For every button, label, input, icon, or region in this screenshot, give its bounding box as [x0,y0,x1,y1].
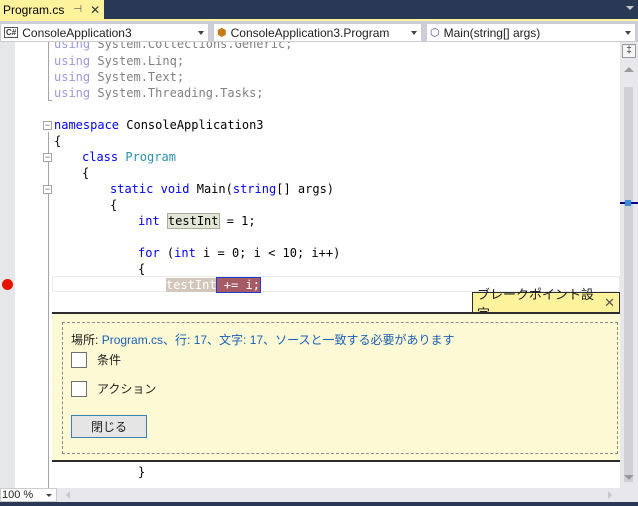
code-line: { [110,198,118,212]
code-line: { [54,134,62,148]
condition-label: 条件 [97,353,122,367]
code-line: using System.Linq; [54,54,185,68]
location-text: 場所: Program.cs、行: 17、文字: 17、ソースと一致する必要があ… [71,331,454,348]
code-line: using System.Collections.Generic; [54,42,293,51]
scroll-down-icon[interactable] [624,475,634,480]
chevron-down-icon [46,494,52,497]
action-checkbox[interactable] [71,380,87,397]
outline-guide [48,42,49,100]
scroll-thumb[interactable] [624,87,633,482]
code-line: for (int i = 0; i < 10; i++) [138,246,341,260]
bottom-border [0,502,638,506]
scroll-up-icon[interactable] [624,67,634,72]
code-editor[interactable]: − − − using System.Collections.Generic; … [0,42,620,488]
member-name: Main(string[] args) [443,25,541,40]
class-dropdown[interactable]: ⬢ ConsoleApplication3.Program [213,23,422,42]
zoom-dropdown[interactable]: 100 % [0,488,57,502]
class-icon: ⬢ [217,27,227,39]
document-tab-bar: Program.cs ⊣ ✕ [0,0,638,19]
breakpoint-settings-content: 場所: Program.cs、行: 17、文字: 17、ソースと一致する必要があ… [62,322,618,454]
tab-program-cs[interactable]: Program.cs ⊣ ✕ [0,0,104,19]
collapse-namespace-icon[interactable]: − [43,121,52,130]
breakpoint-settings-tab: ブレークポイント設定 ✕ [472,287,620,321]
chevron-down-icon [198,31,204,35]
breakpoint-settings-panel: 場所: Program.cs、行: 17、文字: 17、ソースと一致する必要があ… [52,312,620,462]
horizontal-scrollbar[interactable]: 100 % [0,488,638,502]
reference-highlight: testInt [166,213,220,229]
code-line: static void Main(string[] args) [110,182,335,196]
condition-row[interactable]: 条件 [71,351,121,368]
chevron-down-icon [625,31,631,35]
breakpoint-line[interactable]: testInt += i; [166,277,261,293]
project-dropdown[interactable]: C# ConsoleApplication3 [0,23,209,42]
pin-icon[interactable]: ⊣ [73,4,82,15]
condition-checkbox[interactable] [71,351,87,368]
code-line: using System.Text; [54,70,185,84]
code-line: { [82,166,90,180]
tab-title: Program.cs [3,2,65,17]
code-line: namespace ConsoleApplication3 [54,118,264,132]
member-dropdown[interactable]: ⬡ Main(string[] args) [426,23,636,42]
close-icon[interactable]: ✕ [90,3,100,17]
method-icon: ⬡ [430,27,440,39]
class-name: ConsoleApplication3.Program [230,25,390,40]
tab-list-dropdown-icon[interactable] [626,6,634,10]
caret-position-marker-box [625,200,631,206]
split-window-icon[interactable]: ‡ [622,44,636,58]
location-link[interactable]: Program.cs、行: 17、文字: 17、ソースと一致する必要があります [102,333,455,347]
indicator-margin[interactable] [0,42,15,488]
code-line: } [138,465,146,479]
close-icon[interactable]: ✕ [604,295,615,311]
csharp-project-icon: C# [4,27,19,38]
collapse-method-icon[interactable]: − [43,185,52,194]
close-button[interactable]: 閉じる [71,415,147,438]
outline-guide [48,100,52,101]
chevron-down-icon [411,31,417,35]
scroll-left-icon[interactable] [66,491,70,499]
code-line: using System.Threading.Tasks; [54,86,264,100]
action-label: アクション [97,382,157,396]
collapse-class-icon[interactable]: − [43,153,52,162]
code-line: class Program [82,150,176,164]
code-line: int testInt = 1; [138,213,256,229]
scroll-right-icon[interactable] [608,491,612,499]
location-label: 場所: [71,333,99,347]
vertical-scrollbar[interactable]: ‡ [620,42,638,488]
project-name: ConsoleApplication3 [22,25,132,40]
breakpoint-icon[interactable] [2,279,13,290]
zoom-level: 100 % [2,489,34,501]
action-row[interactable]: アクション [71,380,156,397]
navigation-bar: C# ConsoleApplication3 ⬢ ConsoleApplicat… [0,19,638,42]
code-line: { [138,262,146,276]
